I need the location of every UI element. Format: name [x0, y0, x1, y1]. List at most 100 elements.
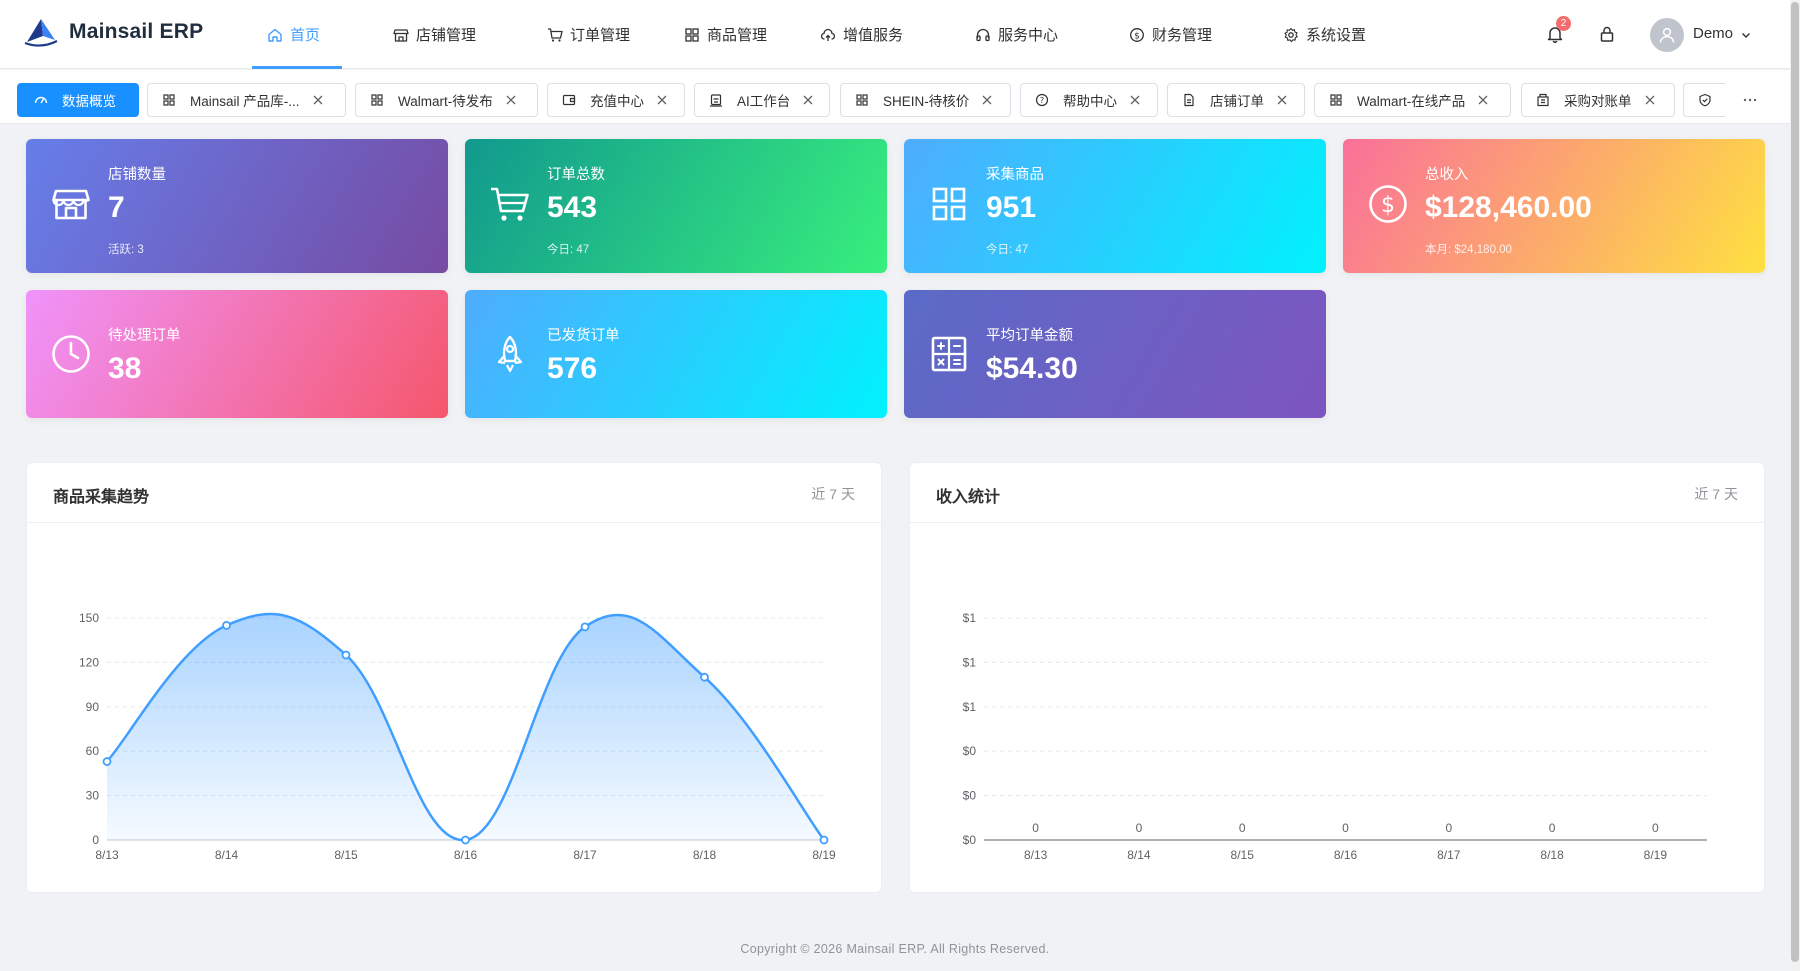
sailboat-logo-icon: [24, 19, 58, 47]
close-icon[interactable]: [1129, 94, 1141, 106]
data-point: [700, 672, 709, 682]
data-point: [819, 835, 829, 845]
close-icon[interactable]: [802, 94, 814, 106]
close-icon[interactable]: [1276, 94, 1288, 106]
question-circle-icon: ?: [1035, 93, 1049, 107]
x-tick-label: 8/19: [1644, 848, 1668, 862]
page-scrollbar-thumb[interactable]: [1791, 2, 1799, 962]
revenue-stats-chart: $0 $0 $0 $1 $1 $1 0 8/13 0 8/14 0 8/15 0 8/16 0 8/17 0 8/…: [963, 611, 1707, 862]
stat-sub: 本月: $24,180.00: [1425, 244, 1512, 256]
stat-value: 7: [108, 191, 125, 224]
y-tick-label: $1: [963, 611, 977, 625]
x-tick-label: 8/16: [1334, 848, 1358, 862]
stat-label: 采集商品: [986, 167, 1044, 183]
grid-icon: [932, 187, 966, 221]
data-point: [580, 622, 590, 632]
grid-icon: [163, 94, 175, 106]
nav-store-management-label: 店铺管理: [416, 27, 477, 44]
panel-header: 收入统计 近 7 天: [910, 463, 1764, 523]
bar-data-label: 0: [1136, 821, 1143, 835]
top-header: Mainsail ERP 首页 店铺管理 订单管理 商品管理 增值服务 服务中心…: [0, 0, 1790, 69]
x-tick-label: 8/16: [454, 848, 478, 862]
y-tick-label: 0: [92, 833, 99, 847]
close-icon[interactable]: [1644, 94, 1656, 106]
tab-walmart-pending-publish[interactable]: Walmart-待发布: [355, 83, 538, 117]
panel-title: 收入统计: [936, 489, 1001, 506]
stat-sub: 活跃: 3: [108, 244, 144, 256]
stat-card-total-revenue: $ 总收入 $128,460.00 本月: $24,180.00: [1343, 139, 1765, 273]
data-point: [341, 650, 351, 660]
x-tick-label: 8/17: [1437, 848, 1461, 862]
y-tick-label: $0: [963, 833, 977, 847]
nav-finance-management[interactable]: $ 财务管理: [1129, 0, 1212, 69]
user-avatar[interactable]: [1650, 18, 1684, 52]
close-icon[interactable]: [505, 94, 517, 106]
close-icon[interactable]: [1477, 94, 1489, 106]
stat-label: 总收入: [1425, 167, 1469, 183]
app-logo[interactable]: Mainsail ERP: [23, 16, 203, 48]
tab-mainsail-product-library[interactable]: Mainsail 产品库-...: [147, 83, 346, 117]
tab-help-center[interactable]: ? 帮助中心: [1020, 83, 1158, 117]
app-title: Mainsail ERP: [69, 20, 204, 43]
stat-sub: 今日: 47: [547, 244, 590, 256]
tab-dashboard[interactable]: 数据概览: [17, 83, 139, 117]
x-tick-label: 8/17: [573, 848, 597, 862]
lock-icon[interactable]: [1597, 24, 1617, 44]
tab-walmart-online-products[interactable]: Walmart-在线产品: [1314, 83, 1511, 117]
tab-label: 数据概览: [62, 94, 116, 109]
nav-service-center[interactable]: 服务中心: [975, 0, 1058, 69]
data-point: [222, 621, 231, 630]
tab-label: Walmart-待发布: [398, 94, 493, 109]
user-name[interactable]: Demo: [1693, 25, 1733, 42]
stat-value: 951: [986, 191, 1037, 224]
nav-order-management[interactable]: 订单管理: [547, 0, 630, 69]
stat-label: 待处理订单: [108, 328, 181, 344]
panel-title: 商品采集趋势: [53, 489, 150, 506]
footer-copyright: Copyright © 2026 Mainsail ERP. All Right…: [740, 942, 1050, 956]
tab-label: AI工作台: [737, 94, 791, 109]
cart-icon: [548, 27, 563, 42]
nav-home-label: 首页: [290, 27, 321, 44]
cloud-upload-icon: [820, 28, 836, 41]
stat-label: 订单总数: [547, 167, 605, 183]
tabs-bar: 数据概览 Mainsail 产品库-... Walmart-待发布 充值中心 A…: [0, 70, 1790, 124]
wallet-icon: [562, 94, 576, 106]
tab-shein-pending-pricing[interactable]: SHEIN-待核价: [840, 83, 1011, 117]
panel-collection-trend: 商品采集趋势 近 7 天 0 30 60 90 120 150 8/13 8/14 8/15 8/…: [26, 462, 882, 893]
tab-label: 帮助中心: [1063, 94, 1117, 109]
robot-icon: [710, 94, 722, 107]
nav-store-management[interactable]: 店铺管理: [393, 0, 476, 69]
nav-home[interactable]: 首页: [267, 0, 320, 69]
nav-product-management-label: 商品管理: [707, 27, 768, 44]
tab-security-overflow[interactable]: [1683, 83, 1725, 117]
svg-text:$: $: [1381, 193, 1395, 218]
grid-icon: [685, 27, 699, 42]
headset-icon: [976, 28, 990, 41]
y-tick-label: $1: [963, 655, 977, 669]
close-icon[interactable]: [981, 94, 993, 106]
chevron-down-icon[interactable]: [1740, 29, 1752, 41]
stat-card-collected-products: 采集商品 951 今日: 47: [904, 139, 1326, 273]
panel-range: 近 7 天: [1694, 486, 1738, 502]
nav-value-added-services-label: 增值服务: [843, 27, 904, 44]
tab-purchase-statement[interactable]: 采购对账单: [1521, 83, 1675, 117]
tab-label: 采购对账单: [1564, 94, 1632, 109]
nav-value-added-services[interactable]: 增值服务: [820, 0, 903, 69]
bar-data-label: 0: [1342, 821, 1349, 835]
close-icon[interactable]: [312, 94, 324, 106]
y-tick-label: $0: [963, 744, 977, 758]
close-icon[interactable]: [656, 94, 668, 106]
x-tick-label: 8/13: [95, 848, 119, 862]
more-tabs-icon[interactable]: [1740, 90, 1760, 110]
nav-system-settings[interactable]: 系统设置: [1283, 0, 1366, 69]
bar-data-label: 0: [1032, 821, 1039, 835]
tab-ai-workbench[interactable]: AI工作台: [694, 83, 830, 117]
stat-card-store-count: 店铺数量 7 活跃: 3: [26, 139, 448, 273]
tab-store-orders[interactable]: 店铺订单: [1167, 83, 1305, 117]
grid-icon: [371, 94, 383, 106]
store-icon: [393, 28, 409, 42]
tab-recharge-center[interactable]: 充值中心: [547, 83, 685, 117]
nav-product-management[interactable]: 商品管理: [684, 0, 767, 69]
tab-label: SHEIN-待核价: [883, 94, 970, 109]
svg-text:$: $: [1134, 31, 1140, 41]
